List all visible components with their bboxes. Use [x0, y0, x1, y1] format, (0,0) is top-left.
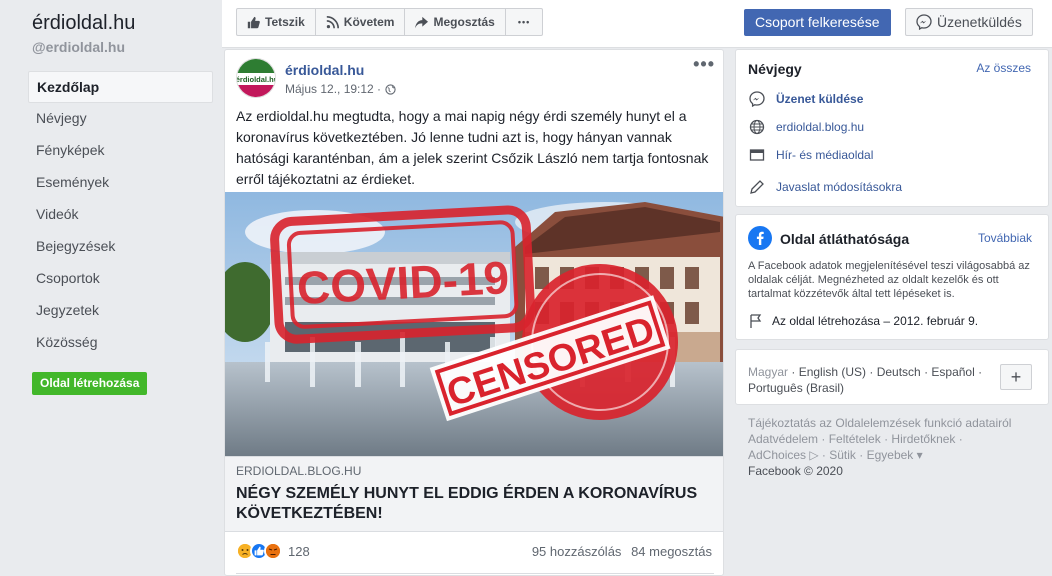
link-domain: ERDIOLDAL.BLOG.HU [236, 464, 362, 478]
angry-reaction-icon [264, 542, 282, 560]
footer-insights-link[interactable]: Tájékoztatás az Oldalelemzések funkció a… [748, 415, 1048, 431]
category-icon [748, 146, 766, 164]
nav-item-home[interactable]: Kezdőlap [28, 71, 213, 103]
about-card: Névjegy Az összes Üzenet küldése erdiold… [735, 49, 1049, 207]
link-preview[interactable]: ERDIOLDAL.BLOG.HU NÉGY SZEMÉLY HUNYT EL … [225, 456, 723, 532]
more-dots-icon: ••• [517, 17, 531, 27]
nav-item-groups[interactable]: Csoportok [28, 263, 213, 295]
thumbs-up-icon [247, 16, 260, 28]
about-title: Névjegy [748, 61, 802, 77]
like-label: Tetszik [265, 15, 305, 29]
nav-item-posts[interactable]: Bejegyzések [28, 231, 213, 263]
nav-item-community[interactable]: Közösség [28, 327, 213, 359]
website-link: erdioldal.blog.hu [776, 120, 865, 134]
covid-stamp-text: COVID-19 [296, 251, 511, 314]
find-group-button[interactable]: Csoport felkeresése [744, 9, 891, 36]
current-language: Magyar [748, 365, 789, 379]
post-divider [236, 573, 714, 574]
post-timestamp[interactable]: Május 12., 19:12 · [285, 82, 396, 96]
globe-icon [385, 83, 396, 95]
post-text: Az erdioldal.hu megtudta, hogy a mai nap… [236, 108, 709, 187]
nav-item-photos[interactable]: Fényképek [28, 135, 213, 167]
footer-links-2[interactable]: AdChoices ▷ · Sütik · Egyebek ▾ [748, 447, 1048, 463]
transparency-text: A Facebook adatok megjelenítésével teszi… [748, 260, 1030, 300]
category-link: Hír- és médiaoldal [776, 148, 874, 162]
svg-text:érdioldal.hu: érdioldal.hu [237, 75, 276, 84]
facebook-logo-icon [748, 226, 772, 253]
more-actions-button[interactable]: ••• [506, 9, 542, 35]
add-language-button[interactable]: + [1000, 364, 1032, 390]
globe-icon [748, 118, 766, 136]
reactions-summary[interactable]: 128 [236, 542, 310, 560]
suggest-edits-label: Javaslat módosításokra [776, 180, 903, 194]
pencil-icon [748, 178, 766, 196]
post-card: érdioldal.hu érdioldal.hu Május 12., 19:… [224, 49, 724, 576]
post-time-label: Május 12., 19:12 · [285, 82, 382, 96]
about-suggest-edits[interactable]: Javaslat módosításokra [748, 178, 902, 196]
follow-label: Követem [343, 15, 395, 29]
post-image[interactable]: COVID-19 CENSORED [225, 192, 724, 456]
transparency-more-link[interactable]: Továbbiak [978, 231, 1032, 245]
about-category[interactable]: Hír- és médiaoldal [748, 146, 873, 164]
transparency-title: Oldal átláthatósága [780, 231, 910, 247]
language-card: Magyar · English (US) · Deutsch · Españo… [735, 349, 1049, 405]
post-options-icon[interactable]: ••• [693, 54, 715, 75]
messenger-icon [916, 14, 932, 30]
reaction-count: 128 [288, 543, 310, 559]
share-button[interactable]: Megosztás [405, 9, 506, 35]
nav-item-about[interactable]: Névjegy [28, 103, 213, 135]
create-page-button[interactable]: Oldal létrehozása [32, 372, 148, 395]
page-footer: Tájékoztatás az Oldalelemzések funkció a… [748, 415, 1048, 479]
post-stats: 95 hozzászólás 84 megosztás [526, 544, 712, 559]
link-title: NÉGY SZEMÉLY HUNYT EL EDDIG ÉRDEN A KORO… [236, 485, 698, 522]
nav-item-videos[interactable]: Videók [28, 199, 213, 231]
share-label: Megosztás [433, 15, 495, 29]
shares-count[interactable]: 84 megosztás [631, 544, 712, 559]
footer-copyright: Facebook © 2020 [748, 464, 843, 478]
transparency-card: Oldal átláthatósága Továbbiak A Facebook… [735, 214, 1049, 340]
rss-icon [326, 15, 339, 28]
like-button[interactable]: Tetszik [237, 9, 316, 35]
footer-links-1[interactable]: Adatvédelem · Feltételek · Hirdetőknek · [748, 431, 1048, 447]
page-created-row: Az oldal létrehozása – 2012. február 9. [748, 313, 978, 329]
left-sidebar: érdioldal.hu @erdioldal.hu Kezdőlap Névj… [0, 0, 222, 576]
page-nav: Kezdőlap Névjegy Fényképek Események Vid… [28, 71, 213, 359]
page-name[interactable]: érdioldal.hu [32, 12, 135, 35]
page-actions: Tetszik Követem Megosztás ••• [236, 8, 544, 36]
messenger-icon [748, 90, 766, 108]
post-author[interactable]: érdioldal.hu [285, 62, 364, 78]
comments-count[interactable]: 95 hozzászólás [532, 544, 622, 559]
flag-icon [750, 314, 762, 328]
message-label: Üzenetküldés [937, 14, 1022, 30]
message-button[interactable]: Üzenetküldés [905, 8, 1033, 36]
follow-button[interactable]: Követem [316, 9, 406, 35]
send-message-label: Üzenet küldése [776, 92, 864, 106]
language-list: Magyar · English (US) · Deutsch · Españo… [748, 364, 988, 396]
page-handle: @erdioldal.hu [32, 39, 125, 55]
page-avatar[interactable]: érdioldal.hu [236, 58, 276, 98]
nav-item-events[interactable]: Események [28, 167, 213, 199]
nav-item-notes[interactable]: Jegyzetek [28, 295, 213, 327]
erdioldal-logo: érdioldal.hu [237, 59, 276, 97]
about-send-message[interactable]: Üzenet küldése [748, 90, 863, 108]
page-created-text: Az oldal létrehozása – 2012. február 9. [772, 314, 979, 328]
share-arrow-icon [415, 16, 429, 28]
about-see-all-link[interactable]: Az összes [976, 61, 1031, 75]
about-website[interactable]: erdioldal.blog.hu [748, 118, 864, 136]
page-action-bar: Tetszik Követem Megosztás ••• Csoport fe… [222, 0, 1052, 48]
